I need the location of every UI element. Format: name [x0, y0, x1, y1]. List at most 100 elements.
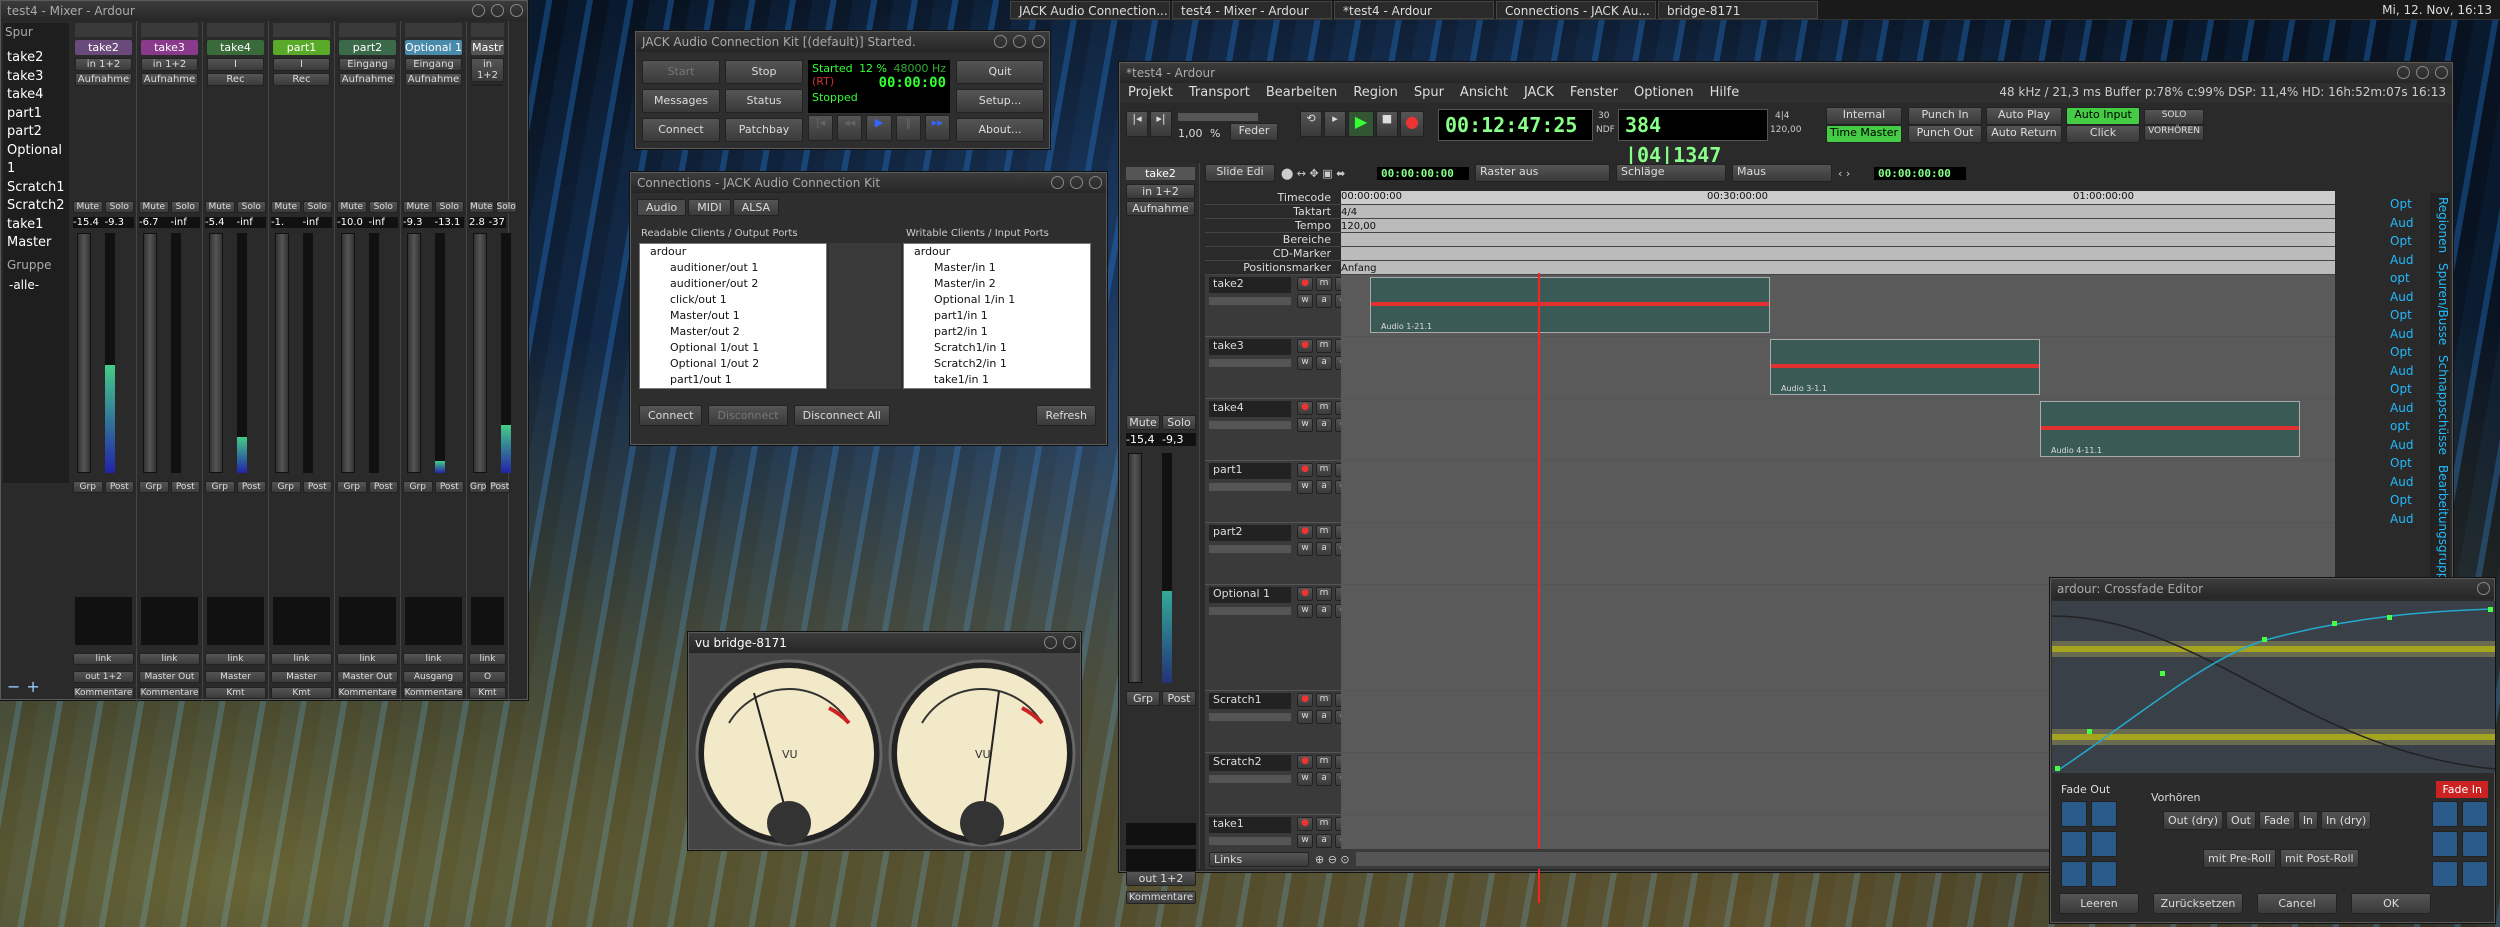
port-item[interactable]: part1/out 1	[650, 372, 826, 388]
post-button[interactable]: Post	[170, 481, 200, 493]
port-item[interactable]: part1/in 1	[914, 308, 1090, 324]
edit-mode-select[interactable]: Slide Edi	[1205, 164, 1275, 182]
link-button[interactable]: link	[271, 653, 332, 665]
tab-alsa[interactable]: ALSA	[732, 199, 780, 216]
strip-rec-button[interactable]: Aufnahme	[141, 73, 198, 86]
playlist-button[interactable]: w	[1297, 772, 1313, 786]
minimize-icon[interactable]	[472, 4, 485, 17]
grp-button[interactable]: Grp	[205, 481, 235, 493]
task-ardour[interactable]: *test4 - Ardour	[1334, 0, 1494, 19]
stop-icon[interactable]: ■	[1376, 111, 1398, 137]
rec-arm-icon[interactable]: ●	[1297, 755, 1313, 769]
close-icon[interactable]	[1063, 636, 1076, 649]
close-icon[interactable]	[1032, 35, 1045, 48]
vu-titlebar[interactable]: vu bridge-8171	[689, 633, 1080, 653]
side-tab[interactable]: Spuren/Busse	[2430, 263, 2450, 345]
gain-display[interactable]: -9.3	[403, 217, 433, 228]
preroll-button[interactable]: mit Pre-Roll	[2203, 849, 2277, 868]
strip-width-controls[interactable]	[75, 23, 132, 37]
mixer-track-list-item[interactable]: part2	[7, 123, 71, 142]
track-gain-slider[interactable]	[1209, 713, 1291, 721]
tool-icons[interactable]: ⬤ ↔ ✥ ▣ ⬌	[1281, 167, 1371, 180]
strip-comments-button[interactable]: Kommentare	[139, 687, 200, 699]
start-button[interactable]: Start	[642, 60, 720, 84]
snap-select[interactable]: Raster aus	[1475, 164, 1610, 182]
menu-item[interactable]: Bearbeiten	[1266, 83, 1337, 103]
port-item[interactable]: Optional 1/out 1	[650, 340, 826, 356]
strip-input-button[interactable]: in 1+2	[75, 58, 132, 71]
track-gain-slider[interactable]	[1209, 607, 1291, 615]
region-list-item[interactable]: Opt	[2390, 454, 2428, 473]
mute-button[interactable]: Mute	[139, 201, 169, 213]
playhead[interactable]	[1538, 273, 1540, 903]
automation-button[interactable]: a	[1316, 418, 1332, 432]
close-icon[interactable]	[510, 4, 523, 17]
automation-button[interactable]: a	[1316, 834, 1332, 848]
rec-arm-icon[interactable]: ●	[1297, 401, 1313, 415]
close-icon[interactable]	[1089, 176, 1102, 189]
mute-button[interactable]: m	[1316, 277, 1332, 291]
meter-marker[interactable]: 4/4	[1341, 207, 1357, 218]
side-tab[interactable]: Bearbeitungsgruppen	[2430, 465, 2450, 595]
audio-region[interactable]: Audio 4-11.1	[2040, 401, 2300, 457]
menu-item[interactable]: Region	[1353, 83, 1398, 103]
port-item[interactable]: auditioner/out 2	[650, 276, 826, 292]
position-marker[interactable]: Anfang	[1341, 263, 1377, 274]
rec-arm-icon[interactable]: ●	[1297, 817, 1313, 831]
panner[interactable]	[273, 597, 330, 645]
shuttle-slider[interactable]	[1178, 113, 1258, 121]
play-icon[interactable]: ▶	[866, 115, 892, 141]
gain-display[interactable]: -10.0	[337, 217, 367, 228]
zoom-focus-select[interactable]: Links	[1209, 851, 1309, 867]
region-list-item[interactable]: Opt	[2390, 343, 2428, 362]
menu-item[interactable]: JACK	[1524, 83, 1554, 103]
strip-name-button[interactable]: part1	[273, 40, 330, 55]
automation-button[interactable]: a	[1316, 604, 1332, 618]
mixer-track-list-item[interactable]: part1	[7, 105, 71, 124]
rec-arm-icon[interactable]: ●	[1297, 693, 1313, 707]
audition-button[interactable]: Out (dry)	[2163, 811, 2224, 830]
port-item[interactable]: Master/out 1	[650, 308, 826, 324]
task-jack[interactable]: JACK Audio Connection...	[1010, 0, 1170, 19]
ok-button[interactable]: OK	[2351, 893, 2431, 914]
task-mixer[interactable]: test4 - Mixer - Ardour	[1172, 0, 1332, 19]
post-button[interactable]: Post	[368, 481, 398, 493]
region-list-item[interactable]: Aud	[2390, 473, 2428, 492]
strip-rec-button[interactable]: Rec	[273, 73, 330, 86]
crossfade-curve-display[interactable]	[2052, 601, 2495, 773]
punch-out-button[interactable]: Punch Out	[1908, 125, 1982, 143]
minimize-icon[interactable]	[1051, 176, 1064, 189]
mixer-titlebar[interactable]: test4 - Mixer - Ardour	[1, 1, 527, 21]
post-button[interactable]: Post	[104, 481, 134, 493]
clear-button[interactable]: Leeren	[2059, 893, 2139, 914]
output-ports-list[interactable]: ardour auditioner/out 1 auditioner/out 2 cl…	[639, 243, 827, 389]
automation-button[interactable]: a	[1316, 772, 1332, 786]
strip-input-button[interactable]: in 1+2	[141, 58, 198, 71]
nudge-arrows-icon[interactable]: ‹ ›	[1838, 167, 1868, 180]
link-button[interactable]: link	[205, 653, 266, 665]
panner[interactable]	[75, 597, 132, 645]
maximize-icon[interactable]	[491, 4, 504, 17]
rec-arm-icon[interactable]: ●	[1297, 463, 1313, 477]
rec-arm-icon[interactable]: ●	[1297, 339, 1313, 353]
post-button[interactable]: Post	[434, 481, 464, 493]
gain-display[interactable]: -6.7	[139, 217, 169, 228]
solo-button[interactable]: Solo	[495, 201, 517, 213]
port-item[interactable]: Optional 1/in 1	[914, 292, 1090, 308]
gain-fader[interactable]	[275, 233, 289, 473]
cancel-button[interactable]: Cancel	[2257, 893, 2337, 914]
minimize-icon[interactable]	[2397, 66, 2410, 79]
region-list-item[interactable]: Aud	[2390, 362, 2428, 381]
strip-width-controls[interactable]	[339, 23, 396, 37]
mute-button[interactable]: m	[1316, 525, 1332, 539]
port-item[interactable]: Master/in 2	[914, 276, 1090, 292]
track-name[interactable]: take2	[1209, 277, 1291, 293]
rewind-icon[interactable]: |◂	[808, 115, 834, 141]
ruler-body[interactable]	[1341, 233, 2335, 246]
mixer-track-list-item[interactable]: take2	[7, 49, 71, 68]
maximize-icon[interactable]	[2416, 66, 2429, 79]
strip-input-button[interactable]: Eingang	[405, 58, 462, 71]
port-item[interactable]: Master/in 1	[914, 260, 1090, 276]
messages-button[interactable]: Messages	[642, 89, 720, 113]
audio-region[interactable]: Audio 1-21.1	[1370, 277, 1770, 333]
